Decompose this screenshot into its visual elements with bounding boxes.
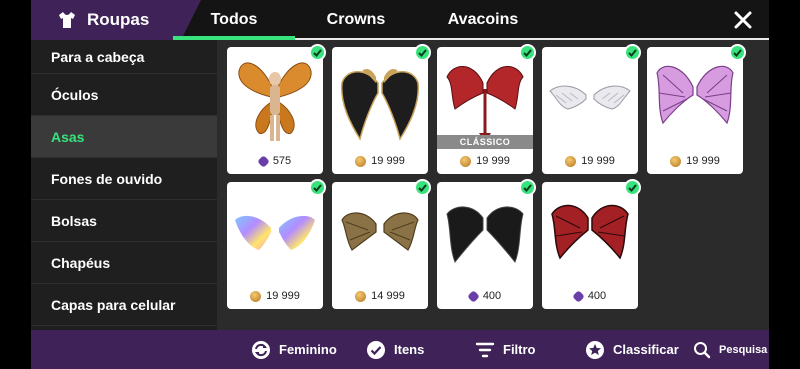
item-grid: 575 19 999 CLÁSSICO 19 999 19 999 19 999… — [227, 44, 767, 327]
owned-check-icon — [309, 44, 326, 61]
sidebar-item-oculos[interactable]: Óculos — [31, 74, 217, 116]
item-card[interactable]: 19 999 — [332, 44, 431, 174]
tab-crowns[interactable]: Crowns — [293, 0, 419, 40]
item-price-value: 19 999 — [581, 155, 615, 167]
sidebar-item-bolsas[interactable]: Bolsas — [31, 200, 217, 242]
owned-check-icon — [414, 179, 431, 196]
sort-label: Classificar — [613, 342, 679, 357]
filter-button[interactable]: Filtro — [475, 330, 536, 369]
sidebar-item-para-a-cabeca[interactable]: Para a cabeça — [31, 40, 217, 74]
orange-fairy-wings-image — [238, 62, 312, 141]
item-card[interactable]: 400 — [542, 179, 641, 309]
black-bat-wings-image — [446, 206, 524, 263]
item-price: 400 — [542, 287, 638, 305]
item-card[interactable]: 14 999 — [332, 179, 431, 309]
header-bar: Roupas Todos Crowns Avacoins — [31, 0, 769, 40]
item-price: 19 999 — [227, 287, 323, 305]
black-gold-wings-image — [341, 69, 419, 141]
bronze-bat-wings-image — [341, 212, 419, 251]
red-devil-wings-image — [446, 66, 524, 143]
items-button[interactable]: Itens — [366, 330, 424, 369]
item-price: 19 999 — [542, 152, 638, 170]
tab-avacoins[interactable]: Avacoins — [419, 0, 547, 40]
item-price: 19 999 — [437, 152, 533, 170]
item-price: 400 — [437, 287, 533, 305]
check-circle-icon — [367, 340, 385, 359]
filter-icon — [475, 342, 495, 357]
avacoin-currency-icon — [670, 155, 682, 167]
rainbow-wings-image — [235, 215, 315, 250]
item-card[interactable]: 575 — [227, 44, 326, 174]
item-price-value: 575 — [272, 155, 292, 167]
avacoin-currency-icon — [355, 155, 367, 167]
item-price: 19 999 — [332, 152, 428, 170]
item-price-value: 400 — [587, 290, 607, 302]
search-label: Pesquisa — [719, 343, 768, 356]
owned-check-icon — [309, 179, 326, 196]
owned-check-icon — [729, 44, 746, 61]
filter-label: Filtro — [503, 342, 536, 357]
pink-dragon-wings-image — [656, 65, 734, 125]
item-card[interactable]: 19 999 — [542, 44, 641, 174]
avacoin-currency-icon — [250, 290, 262, 302]
close-icon[interactable] — [731, 8, 755, 32]
header-divider — [295, 38, 769, 40]
gender-toggle-button[interactable]: Feminino — [251, 330, 337, 369]
items-label: Itens — [394, 342, 425, 357]
item-card[interactable]: 19 999 — [227, 179, 326, 309]
swap-gender-icon — [252, 340, 270, 359]
owned-check-icon — [624, 44, 641, 61]
white-angel-wings-image — [549, 85, 631, 110]
star-badge-icon — [586, 340, 604, 359]
search-icon — [694, 341, 711, 358]
avacoin-currency-icon — [460, 155, 472, 167]
item-price-value: 19 999 — [686, 155, 720, 167]
item-card[interactable]: 400 — [437, 179, 536, 309]
avacoin-currency-icon — [355, 290, 367, 302]
owned-check-icon — [519, 44, 536, 61]
dark-red-bat-wings-image — [551, 204, 629, 260]
crown-currency-icon — [466, 289, 480, 303]
sidebar-item-fones-de-ouvido[interactable]: Fones de ouvido — [31, 158, 217, 200]
tab-todos[interactable]: Todos — [173, 0, 295, 40]
crown-currency-icon — [571, 289, 585, 303]
shop-screen: Roupas Todos Crowns Avacoins Para a cabe… — [31, 0, 769, 369]
item-price-value: 19 999 — [371, 155, 405, 167]
owned-check-icon — [624, 179, 641, 196]
item-price: 19 999 — [647, 152, 743, 170]
brand: Roupas — [31, 0, 181, 40]
shirt-icon — [59, 12, 75, 28]
owned-check-icon — [519, 179, 536, 196]
item-price-value: 14 999 — [371, 290, 405, 302]
gender-label: Feminino — [279, 342, 337, 357]
sidebar-item-asas[interactable]: Asas — [31, 116, 217, 158]
avacoin-currency-icon — [565, 155, 577, 167]
page-title: Roupas — [87, 10, 150, 29]
crown-currency-icon — [256, 154, 270, 168]
classic-badge: CLÁSSICO — [437, 135, 533, 149]
item-price-value: 400 — [482, 290, 502, 302]
sort-button[interactable]: Classificar — [585, 330, 679, 369]
sidebar-item-chapeus[interactable]: Chapéus — [31, 242, 217, 284]
owned-check-icon — [414, 44, 431, 61]
footer-toolbar: Feminino Itens Filtro Classificar Pesqui… — [31, 330, 769, 369]
search-button[interactable]: Pesquisa — [693, 330, 767, 369]
sidebar-item-capas-para-celular[interactable]: Capas para celular — [31, 284, 217, 326]
item-price-value: 19 999 — [266, 290, 300, 302]
item-price: 14 999 — [332, 287, 428, 305]
item-card[interactable]: CLÁSSICO 19 999 — [437, 44, 536, 174]
item-price-value: 19 999 — [476, 155, 510, 167]
item-price: 575 — [227, 152, 323, 170]
item-card[interactable]: 19 999 — [647, 44, 746, 174]
category-sidebar: Para a cabeça Óculos Asas Fones de ouvid… — [31, 40, 217, 330]
